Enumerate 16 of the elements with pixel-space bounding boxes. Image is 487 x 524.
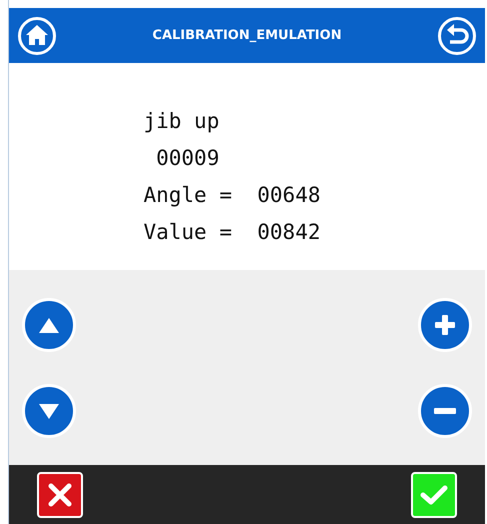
home-button[interactable]	[17, 16, 57, 56]
readout-line: 00009	[155, 145, 220, 172]
up-triangle-icon	[39, 318, 59, 332]
close-icon	[47, 482, 73, 508]
readout-line: Angle = 00648	[143, 182, 320, 209]
back-icon	[437, 16, 477, 56]
plus-icon	[435, 315, 455, 335]
home-icon	[17, 16, 57, 56]
back-button[interactable]	[437, 16, 477, 56]
readout-line: jib up	[143, 108, 220, 135]
minus-icon	[434, 408, 456, 414]
checkmark-icon	[419, 482, 449, 506]
down-triangle-icon	[39, 404, 59, 418]
cancel-button[interactable]	[37, 472, 83, 518]
readout-line: Value = 00842	[143, 219, 320, 246]
screen-title: CALIBRATION_EMULATION	[152, 28, 342, 43]
